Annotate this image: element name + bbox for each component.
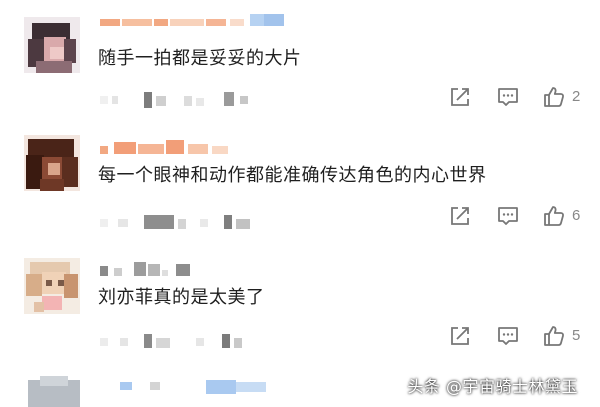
comment-text: 每一个眼神和动作都能准确传达角色的内心世界 (98, 165, 487, 186)
username-blurred[interactable] (100, 140, 240, 156)
username-blurred[interactable] (100, 262, 200, 278)
avatar[interactable] (24, 17, 80, 73)
comment-item: 随手一拍都是妥妥的大片 2 (0, 0, 600, 120)
share-icon[interactable] (448, 204, 472, 228)
comment-text: 刘亦菲真的是太美了 (98, 287, 265, 308)
avatar[interactable] (24, 135, 80, 191)
comment-item: 刘亦菲真的是太美了 5 (0, 250, 600, 370)
thumbs-up-icon[interactable] (542, 324, 566, 348)
comment-text: 随手一拍都是妥妥的大片 (98, 48, 302, 69)
like-count: 5 (572, 327, 581, 344)
comment-reply-icon[interactable] (496, 85, 520, 109)
comment-reply-icon[interactable] (496, 324, 520, 348)
username-blurred[interactable] (100, 14, 285, 30)
comment-actions: 5 (448, 324, 588, 348)
thumbs-up-icon[interactable] (542, 204, 566, 228)
comment-meta-blurred (100, 92, 270, 108)
comment-actions: 6 (448, 204, 588, 228)
watermark: 头条 @宇宙骑士林黛玉 (407, 377, 578, 396)
comment-feed: 随手一拍都是妥妥的大片 2 每一个眼神和动作都能准确传达角色的内心世界 6 刘亦… (0, 0, 600, 407)
comment-reply-icon[interactable] (496, 204, 520, 228)
share-icon[interactable] (448, 85, 472, 109)
like-count: 6 (572, 207, 581, 224)
avatar[interactable] (24, 258, 80, 314)
comment-item: 每一个眼神和动作都能准确传达角色的内心世界 6 (0, 120, 600, 250)
thumbs-up-icon[interactable] (542, 85, 566, 109)
comment-meta-blurred (100, 215, 270, 229)
comment-meta-blurred (100, 334, 270, 348)
like-count: 2 (572, 88, 581, 105)
share-icon[interactable] (448, 324, 472, 348)
comment-actions: 2 (448, 85, 588, 109)
